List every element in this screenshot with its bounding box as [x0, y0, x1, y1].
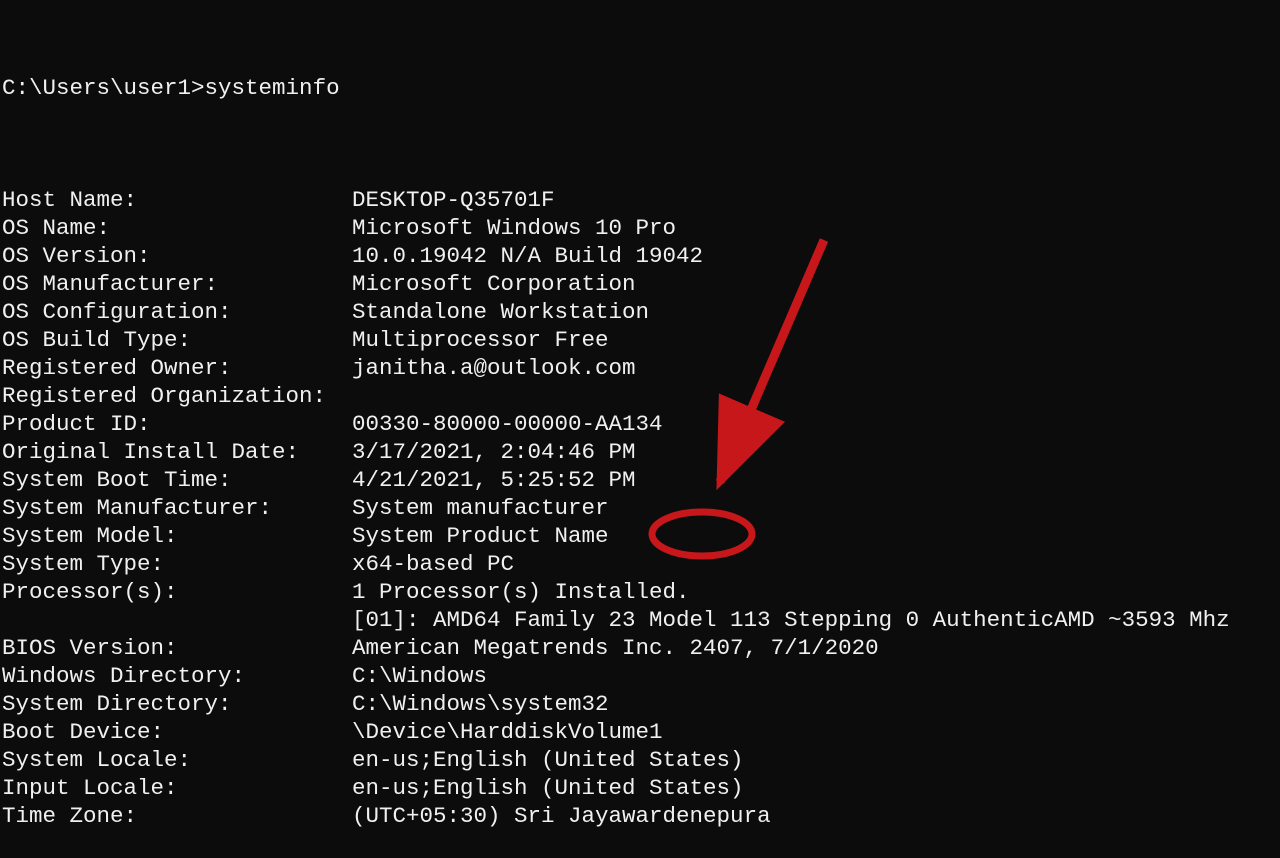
- output-row: OS Configuration:Standalone Workstation: [2, 298, 1280, 326]
- row-value: (UTC+05:30) Sri Jayawardenepura: [352, 802, 1280, 830]
- row-label: BIOS Version:: [2, 634, 352, 662]
- output-row: BIOS Version:American Megatrends Inc. 24…: [2, 634, 1280, 662]
- row-value: 4/21/2021, 5:25:52 PM: [352, 466, 1280, 494]
- output-row: [01]: AMD64 Family 23 Model 113 Stepping…: [2, 606, 1280, 634]
- output-row: Product ID:00330-80000-00000-AA134: [2, 410, 1280, 438]
- row-label: System Manufacturer:: [2, 494, 352, 522]
- row-value: janitha.a@outlook.com: [352, 354, 1280, 382]
- row-value: Multiprocessor Free: [352, 326, 1280, 354]
- row-value: 3/17/2021, 2:04:46 PM: [352, 438, 1280, 466]
- output-row: System Type:x64-based PC: [2, 550, 1280, 578]
- output-row: Time Zone:(UTC+05:30) Sri Jayawardenepur…: [2, 802, 1280, 830]
- row-label: System Boot Time:: [2, 466, 352, 494]
- output-row: System Model:System Product Name: [2, 522, 1280, 550]
- row-label: System Directory:: [2, 690, 352, 718]
- row-label: Boot Device:: [2, 718, 352, 746]
- row-label: Product ID:: [2, 410, 352, 438]
- row-label: System Model:: [2, 522, 352, 550]
- row-label: OS Build Type:: [2, 326, 352, 354]
- row-value: 10.0.19042 N/A Build 19042: [352, 242, 1280, 270]
- row-value: [01]: AMD64 Family 23 Model 113 Stepping…: [352, 606, 1280, 634]
- row-value: x64-based PC: [352, 550, 1280, 578]
- systeminfo-rows: Host Name:DESKTOP-Q35701FOS Name:Microso…: [2, 186, 1280, 830]
- row-label: OS Name:: [2, 214, 352, 242]
- output-row: OS Version:10.0.19042 N/A Build 19042: [2, 242, 1280, 270]
- output-row: System Locale:en-us;English (United Stat…: [2, 746, 1280, 774]
- output-row: Processor(s):1 Processor(s) Installed.: [2, 578, 1280, 606]
- row-label: Input Locale:: [2, 774, 352, 802]
- output-row: Registered Organization:: [2, 382, 1280, 410]
- row-label: Time Zone:: [2, 802, 352, 830]
- row-label: Registered Organization:: [2, 382, 352, 410]
- row-value: DESKTOP-Q35701F: [352, 186, 1280, 214]
- row-value: C:\Windows: [352, 662, 1280, 690]
- output-row: Boot Device:\Device\HarddiskVolume1: [2, 718, 1280, 746]
- output-row: OS Manufacturer:Microsoft Corporation: [2, 270, 1280, 298]
- output-row: Input Locale:en-us;English (United State…: [2, 774, 1280, 802]
- row-value: System manufacturer: [352, 494, 1280, 522]
- output-row: System Directory:C:\Windows\system32: [2, 690, 1280, 718]
- row-value: System Product Name: [352, 522, 1280, 550]
- row-label: OS Manufacturer:: [2, 270, 352, 298]
- row-label: System Locale:: [2, 746, 352, 774]
- row-value: en-us;English (United States): [352, 746, 1280, 774]
- row-label: Windows Directory:: [2, 662, 352, 690]
- row-value: Microsoft Windows 10 Pro: [352, 214, 1280, 242]
- row-label: Host Name:: [2, 186, 352, 214]
- output-row: Original Install Date:3/17/2021, 2:04:46…: [2, 438, 1280, 466]
- prompt-command: systeminfo: [205, 75, 340, 101]
- row-label: Processor(s):: [2, 578, 352, 606]
- row-label: OS Version:: [2, 242, 352, 270]
- row-value: Standalone Workstation: [352, 298, 1280, 326]
- row-label: System Type:: [2, 550, 352, 578]
- row-value: C:\Windows\system32: [352, 690, 1280, 718]
- output-row: Windows Directory:C:\Windows: [2, 662, 1280, 690]
- output-row: System Boot Time:4/21/2021, 5:25:52 PM: [2, 466, 1280, 494]
- row-value: 1 Processor(s) Installed.: [352, 578, 1280, 606]
- terminal-output[interactable]: C:\Users\user1>systeminfo Host Name:DESK…: [0, 0, 1280, 858]
- row-value: en-us;English (United States): [352, 774, 1280, 802]
- output-row: Registered Owner:janitha.a@outlook.com: [2, 354, 1280, 382]
- row-value: [352, 382, 1280, 410]
- output-row: System Manufacturer:System manufacturer: [2, 494, 1280, 522]
- prompt-path: C:\Users\user1>: [2, 75, 205, 101]
- output-row: Host Name:DESKTOP-Q35701F: [2, 186, 1280, 214]
- row-value: Microsoft Corporation: [352, 270, 1280, 298]
- output-row: OS Name:Microsoft Windows 10 Pro: [2, 214, 1280, 242]
- output-row: OS Build Type:Multiprocessor Free: [2, 326, 1280, 354]
- row-label: Original Install Date:: [2, 438, 352, 466]
- row-label: [2, 606, 352, 634]
- row-label: OS Configuration:: [2, 298, 352, 326]
- row-value: \Device\HarddiskVolume1: [352, 718, 1280, 746]
- row-label: Registered Owner:: [2, 354, 352, 382]
- row-value: 00330-80000-00000-AA134: [352, 410, 1280, 438]
- command-prompt-line: C:\Users\user1>systeminfo: [2, 74, 1280, 102]
- row-value: American Megatrends Inc. 2407, 7/1/2020: [352, 634, 1280, 662]
